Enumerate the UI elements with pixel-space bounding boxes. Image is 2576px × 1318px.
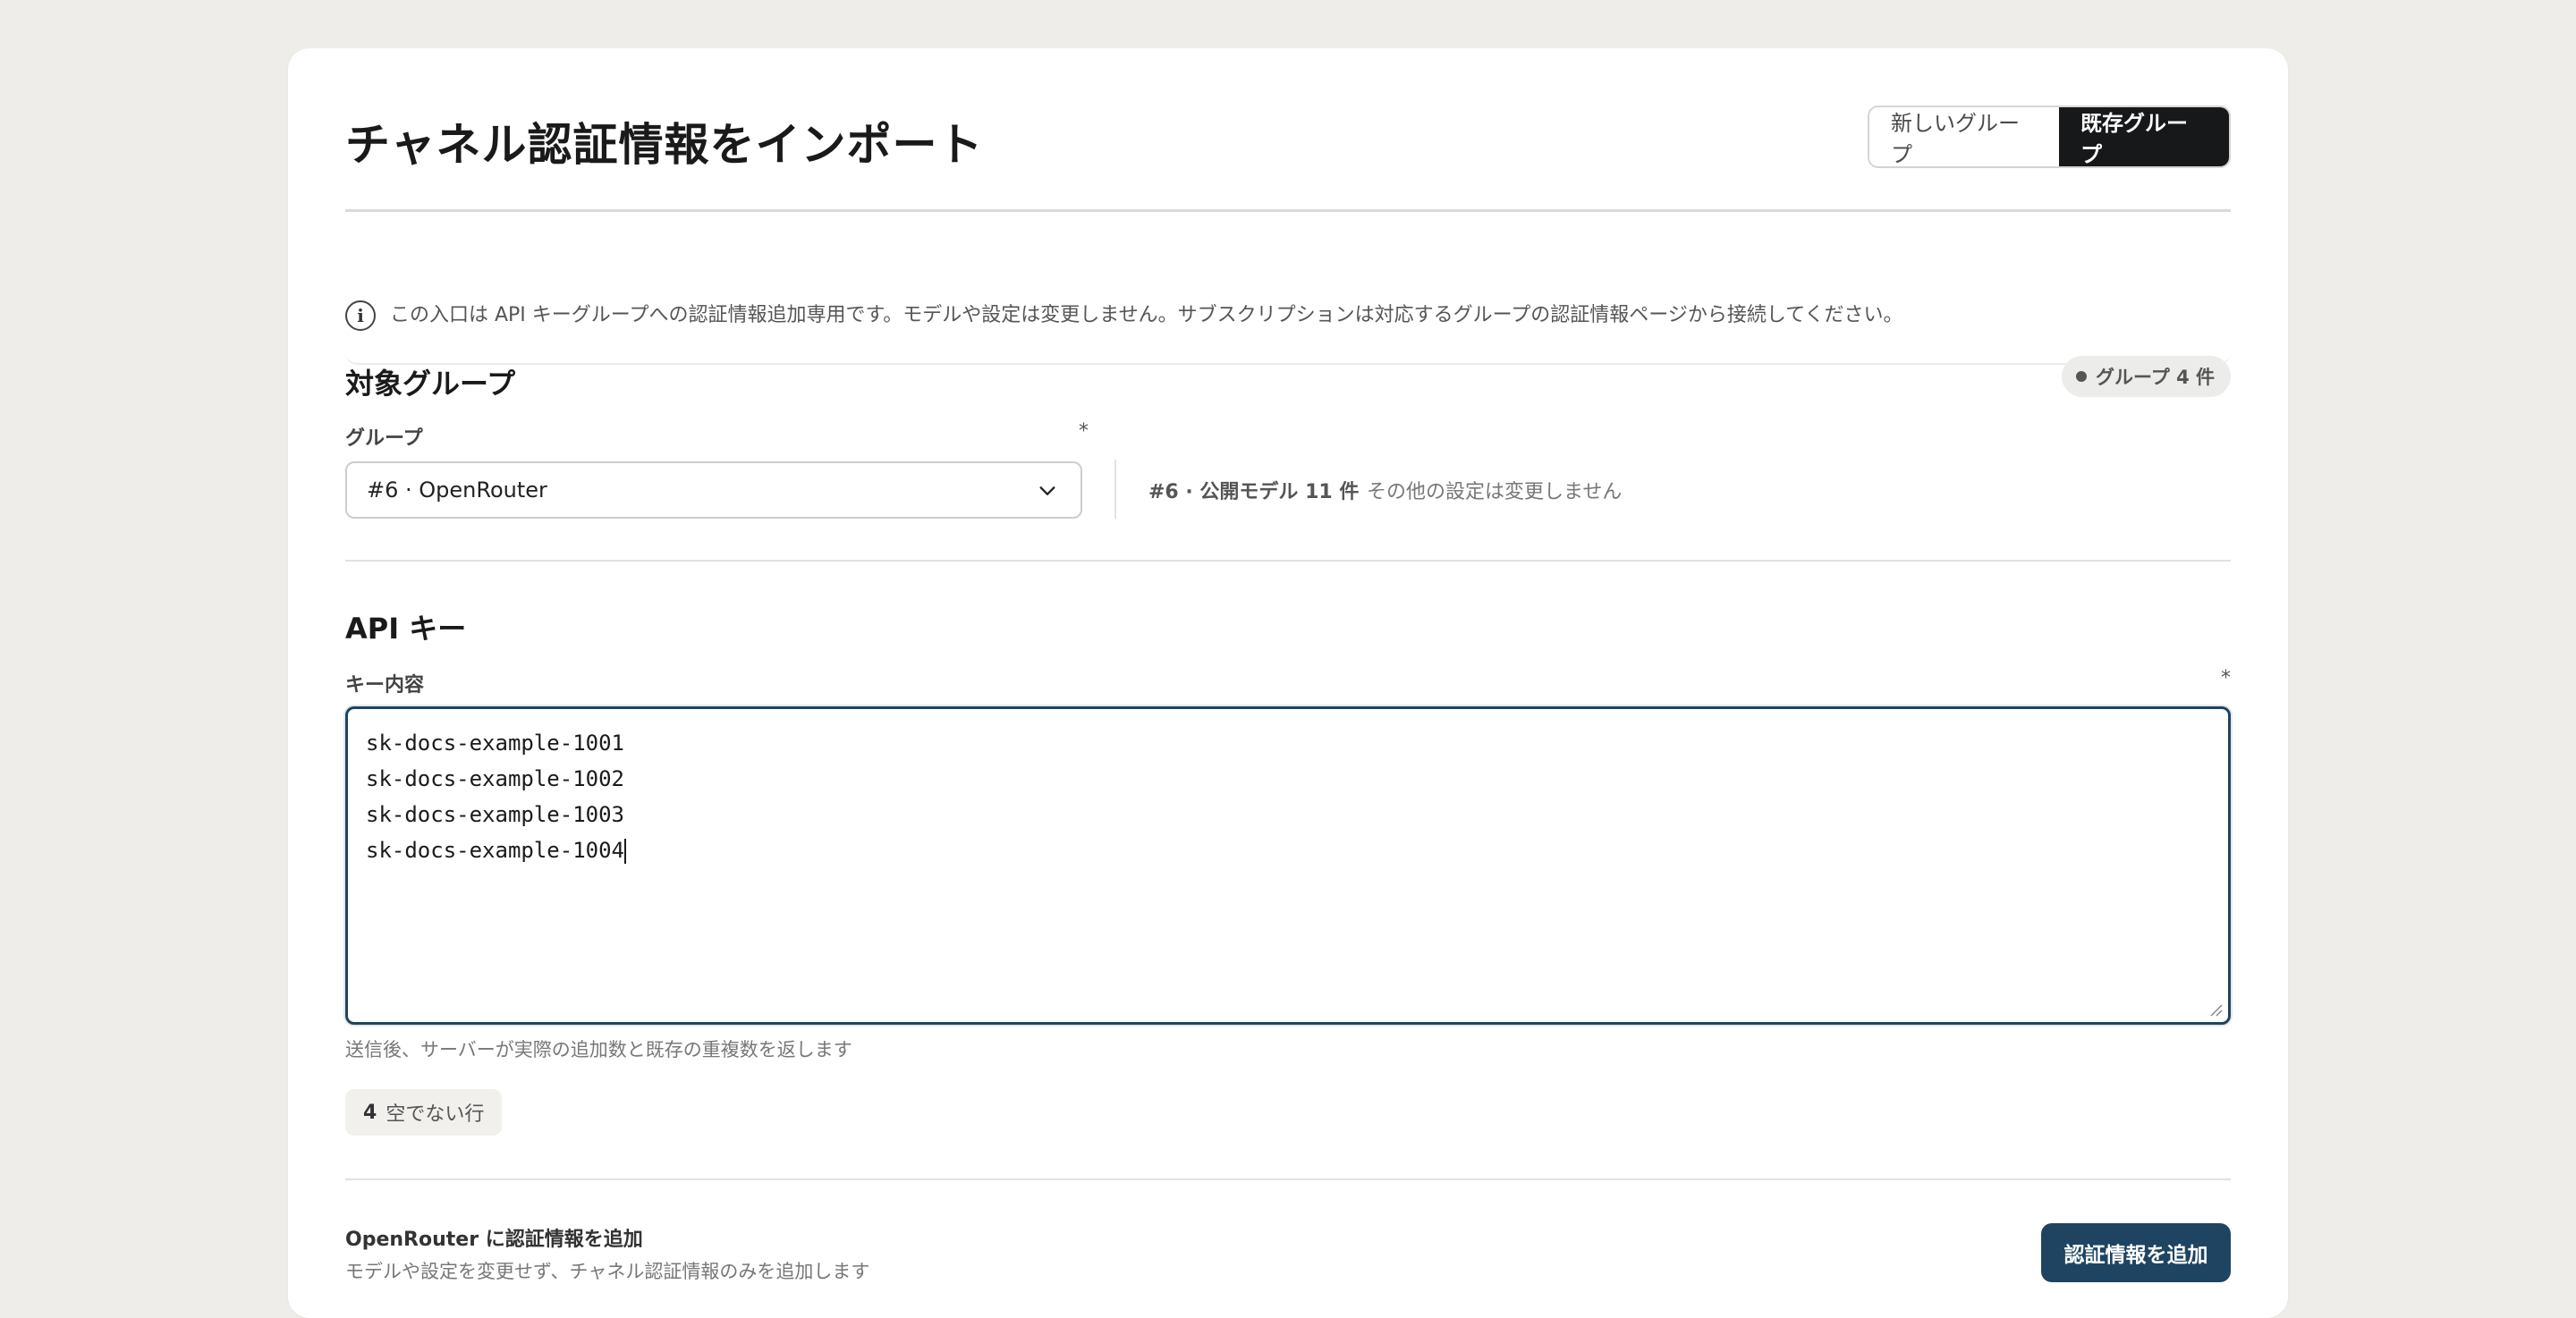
notice-text: この入口は API キーグループへの認証情報追加専用です。モデルや設定は変更しま…: [390, 304, 1903, 326]
target-group-section-title: 対象グループ: [345, 367, 516, 401]
group-count-badge: グループ 4 件: [2062, 356, 2231, 397]
info-icon: i: [345, 300, 376, 331]
group-field-label: グループ: [345, 427, 423, 450]
group-mode-toggle: 新しいグループ 既存グループ: [1868, 106, 2231, 168]
group-select-value: #6 · OpenRouter: [367, 477, 547, 503]
key-required-mark: *: [2221, 667, 2231, 689]
key-line: sk-docs-example-1002: [366, 766, 624, 791]
vertical-divider: [1114, 460, 1116, 519]
line-count-chip: 4 空でない行: [345, 1089, 503, 1136]
line-count-number: 4: [363, 1101, 377, 1124]
key-content-label: キー内容: [345, 674, 425, 697]
add-credentials-button[interactable]: 認証情報を追加: [2041, 1223, 2231, 1282]
api-key-section-title: API キー: [345, 612, 467, 646]
group-select[interactable]: #6 · OpenRouter: [345, 461, 1082, 519]
page-title: チャネル認証情報をインポート: [345, 119, 984, 171]
notice-box: i この入口は API キーグループへの認証情報追加専用です。モデルや設定は変更…: [345, 211, 2231, 365]
resize-handle-icon[interactable]: [2208, 1002, 2223, 1017]
status-dot-icon: [2076, 371, 2088, 382]
group-required-mark: *: [1079, 420, 1089, 443]
chevron-down-icon: [1039, 486, 1055, 495]
key-line: sk-docs-example-1004: [366, 838, 624, 863]
submit-hint: 送信後、サーバーが実際の追加数と既存の重複数を返します: [345, 1039, 852, 1060]
group-count-label: グループ 4 件: [2096, 367, 2215, 388]
import-card: チャネル認証情報をインポート 新しいグループ 既存グループ i この入口は AP…: [288, 48, 2288, 1318]
footer-divider: [345, 1179, 2231, 1180]
section-divider: [345, 560, 2231, 562]
group-meta: #6 · 公開モデル 11 件: [1148, 481, 1360, 503]
key-content-textarea[interactable]: sk-docs-example-1001 sk-docs-example-100…: [345, 706, 2231, 1025]
footer-title: OpenRouter に認証情報を追加: [345, 1229, 643, 1251]
group-note: その他の設定は変更しません: [1367, 481, 1623, 503]
key-line: sk-docs-example-1003: [366, 802, 624, 827]
line-count-label: 空でない行: [386, 1103, 485, 1126]
text-caret: [623, 839, 626, 864]
existing-group-toggle-button[interactable]: 既存グループ: [2059, 107, 2229, 166]
footer-subtitle: モデルや設定を変更せず、チャネル認証情報のみを追加します: [345, 1261, 870, 1282]
new-group-toggle-button[interactable]: 新しいグループ: [1869, 107, 2059, 166]
key-line: sk-docs-example-1001: [366, 731, 624, 756]
